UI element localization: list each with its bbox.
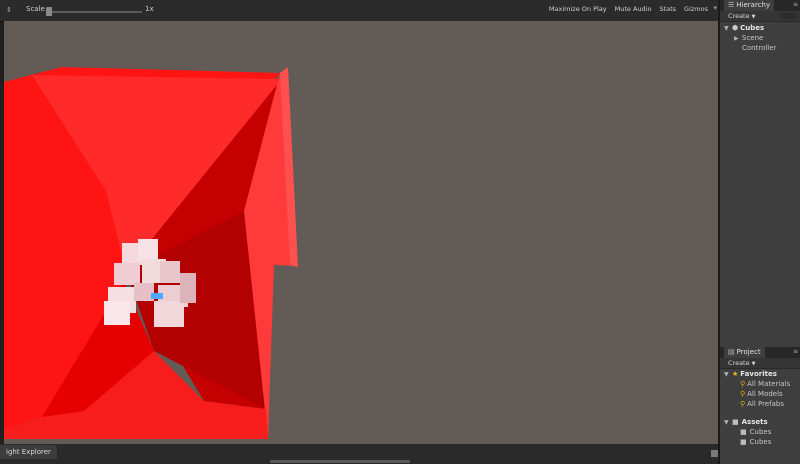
hierarchy-item-scene[interactable]: ▶ Scene — [720, 33, 800, 43]
project-toolbar: Create ▼ — [720, 358, 800, 369]
favorite-item-all-models[interactable]: ⚲ All Models — [720, 389, 800, 399]
panel-menu-icon[interactable] — [711, 450, 718, 457]
folder-icon: ■ — [740, 428, 747, 436]
project-tab-bar: ▤ Project ≡ — [720, 347, 800, 358]
gizmos-button[interactable]: Gizmos — [684, 5, 708, 13]
assets-row[interactable]: ▼ ■ Assets — [720, 417, 800, 427]
project-create-button[interactable]: Create ▼ — [728, 359, 755, 367]
hierarchy-create-button[interactable]: Create ▼ — [728, 12, 755, 20]
scale-slider-handle[interactable] — [46, 7, 52, 16]
scale-value: 1x — [145, 5, 154, 13]
hierarchy-search-input[interactable] — [781, 13, 797, 19]
favorite-item-all-materials[interactable]: ⚲ All Materials — [720, 379, 800, 389]
hierarchy-icon: ☰ — [728, 1, 735, 9]
scene-row[interactable]: ▼ ⬢ Cubes — [720, 23, 800, 33]
panel-menu-icon[interactable]: ≡ — [793, 348, 798, 355]
star-icon: ★ — [732, 370, 739, 378]
bottom-panel-strip: ight Explorer — [0, 444, 720, 464]
maximize-on-play-toggle[interactable]: Maximize On Play — [549, 5, 607, 13]
hierarchy-item-controller[interactable]: Controller — [720, 43, 800, 53]
scene-render — [4, 67, 298, 439]
hierarchy-toolbar: Create ▼ — [720, 11, 800, 22]
panel-menu-icon[interactable]: ≡ — [793, 1, 798, 8]
folder-icon: ■ — [732, 418, 739, 426]
favorite-item-all-prefabs[interactable]: ⚲ All Prefabs — [720, 399, 800, 409]
hierarchy-panel: ☰ Hierarchy ≡ Create ▼ ▼ ⬢ Cubes ▶ Scene Cont… — [720, 0, 800, 347]
search-icon: ⚲ — [740, 400, 746, 408]
unity-scene-icon: ⬢ — [732, 24, 739, 32]
project-panel: ▤ Project ≡ Create ▼ ▼ ★ Favorites ⚲ All Mate… — [720, 347, 800, 464]
search-icon: ⚲ — [740, 390, 746, 398]
scale-label: Scale — [26, 5, 45, 13]
mute-audio-toggle[interactable]: Mute Audio — [615, 5, 652, 13]
chevron-down-icon: ▼ — [751, 361, 756, 367]
game-view-options: Maximize On Play Mute Audio Stats Gizmos — [549, 5, 708, 13]
asset-folder-cubes-2[interactable]: ■ Cubes — [720, 437, 800, 447]
game-viewport[interactable] — [4, 21, 718, 444]
folder-icon: ■ — [740, 438, 747, 446]
aspect-icon[interactable]: ⇕ — [6, 6, 14, 14]
search-icon: ⚲ — [740, 380, 746, 388]
favorites-row[interactable]: ▼ ★ Favorites — [720, 369, 800, 379]
game-view-toolbar: ⇕ Scale 1x Maximize On Play Mute Audio S… — [0, 0, 720, 22]
tab-project[interactable]: ▤ Project — [724, 347, 765, 358]
stats-toggle[interactable]: Stats — [659, 5, 676, 13]
hierarchy-tab-bar: ☰ Hierarchy ≡ — [720, 0, 800, 11]
tab-light-explorer[interactable]: ight Explorer — [0, 445, 57, 459]
tab-hierarchy[interactable]: ☰ Hierarchy — [724, 0, 775, 11]
asset-folder-cubes[interactable]: ■ Cubes — [720, 427, 800, 437]
chevron-down-icon: ▼ — [751, 14, 756, 20]
horizontal-scrollbar[interactable] — [270, 460, 410, 463]
folder-icon: ▤ — [728, 348, 735, 356]
chevron-down-icon[interactable]: ▾ — [713, 4, 717, 12]
scale-slider-track[interactable] — [46, 11, 142, 13]
